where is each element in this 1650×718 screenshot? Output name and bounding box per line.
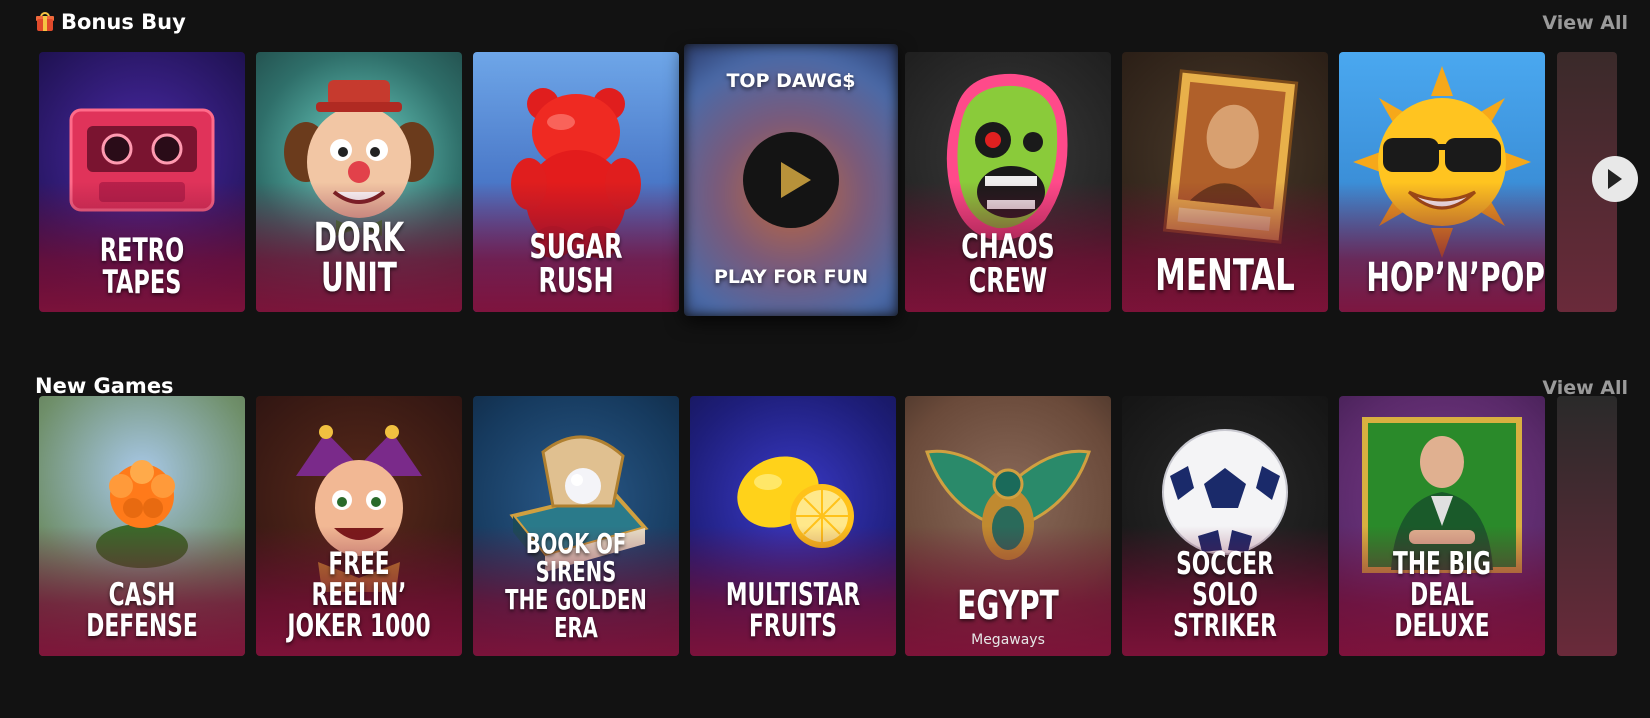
game-card-dork-unit[interactable]: DORK UNIT: [256, 52, 462, 312]
game-card-cash-defense[interactable]: CASH DEFENSE: [39, 396, 245, 656]
gift-icon: [35, 12, 55, 32]
game-title: EGYPT: [957, 583, 1059, 629]
game-card-retro-tapes[interactable]: RETRO TAPES: [39, 52, 245, 312]
game-title: SOCCER SOLO STRIKER: [1173, 546, 1277, 644]
game-title: THE BIG DEAL DELUXE: [1392, 546, 1491, 644]
game-title: HOP’N’POP: [1366, 255, 1545, 301]
bonus-buy-section: Bonus Buy View All RETRO TAPES DORK UNIT…: [0, 0, 1650, 316]
game-title: FREE REELIN’ JOKER 1000: [287, 546, 431, 644]
game-card-chaos-crew[interactable]: CHAOS CREW: [905, 52, 1111, 312]
play-icon: [781, 162, 811, 198]
game-title: SUGAR RUSH: [529, 227, 623, 301]
game-card-mental[interactable]: MENTAL: [1122, 52, 1328, 312]
game-title: CASH DEFENSE: [86, 577, 198, 644]
new-games-carousel: CASH DEFENSE FREE REELIN’ JOKER 1000 BOO…: [39, 396, 1650, 658]
bonus-buy-title-text: Bonus Buy: [61, 10, 186, 34]
new-games-section: New Games View All CASH DEFENSE FREE REE…: [0, 362, 1650, 656]
game-card-free-reelin-joker-1000[interactable]: FREE REELIN’ JOKER 1000: [256, 396, 462, 656]
game-card-multistar-fruits[interactable]: MULTISTAR FRUITS: [690, 396, 896, 656]
chevron-right-icon: [1608, 169, 1622, 189]
game-title: CHAOS CREW: [961, 227, 1055, 301]
bonus-buy-title: Bonus Buy: [35, 10, 186, 34]
new-games-title: New Games: [35, 374, 174, 398]
game-card-book-of-sirens[interactable]: BOOK OF SIRENS THE GOLDEN ERA: [473, 396, 679, 656]
play-for-fun-link[interactable]: PLAY FOR FUN: [684, 266, 898, 288]
game-title: BOOK OF SIRENS THE GOLDEN ERA: [505, 527, 647, 644]
game-title: TOP DAWG$: [726, 70, 856, 92]
game-card-soccer-solo-striker[interactable]: SOCCER SOLO STRIKER: [1122, 396, 1328, 656]
game-card-hop-n-pop[interactable]: HOP’N’POP: [1339, 52, 1545, 312]
game-subtitle: Megaways: [971, 632, 1045, 648]
game-title: MENTAL: [1155, 250, 1295, 301]
carousel-next-button[interactable]: [1592, 156, 1638, 202]
game-card-partial[interactable]: [1557, 396, 1617, 656]
play-button[interactable]: [743, 132, 839, 228]
bonus-buy-header: Bonus Buy View All: [0, 0, 1650, 48]
game-card-sugar-rush[interactable]: SUGAR RUSH: [473, 52, 679, 312]
game-card-top-dawgs[interactable]: TOP DAWG$ PLAY FOR FUN: [684, 44, 898, 316]
game-title: DORK UNIT: [313, 215, 405, 301]
game-card-the-big-deal-deluxe[interactable]: THE BIG DEAL DELUXE: [1339, 396, 1545, 656]
game-title: MULTISTAR FRUITS: [725, 577, 861, 644]
game-title: RETRO TAPES: [99, 231, 185, 301]
game-card-egypt-megaways[interactable]: EGYPT Megaways: [905, 396, 1111, 656]
bonus-buy-view-all-link[interactable]: View All: [1542, 12, 1628, 34]
bonus-buy-carousel: RETRO TAPES DORK UNIT SUGAR RUSH TOP DAW…: [39, 44, 1650, 316]
